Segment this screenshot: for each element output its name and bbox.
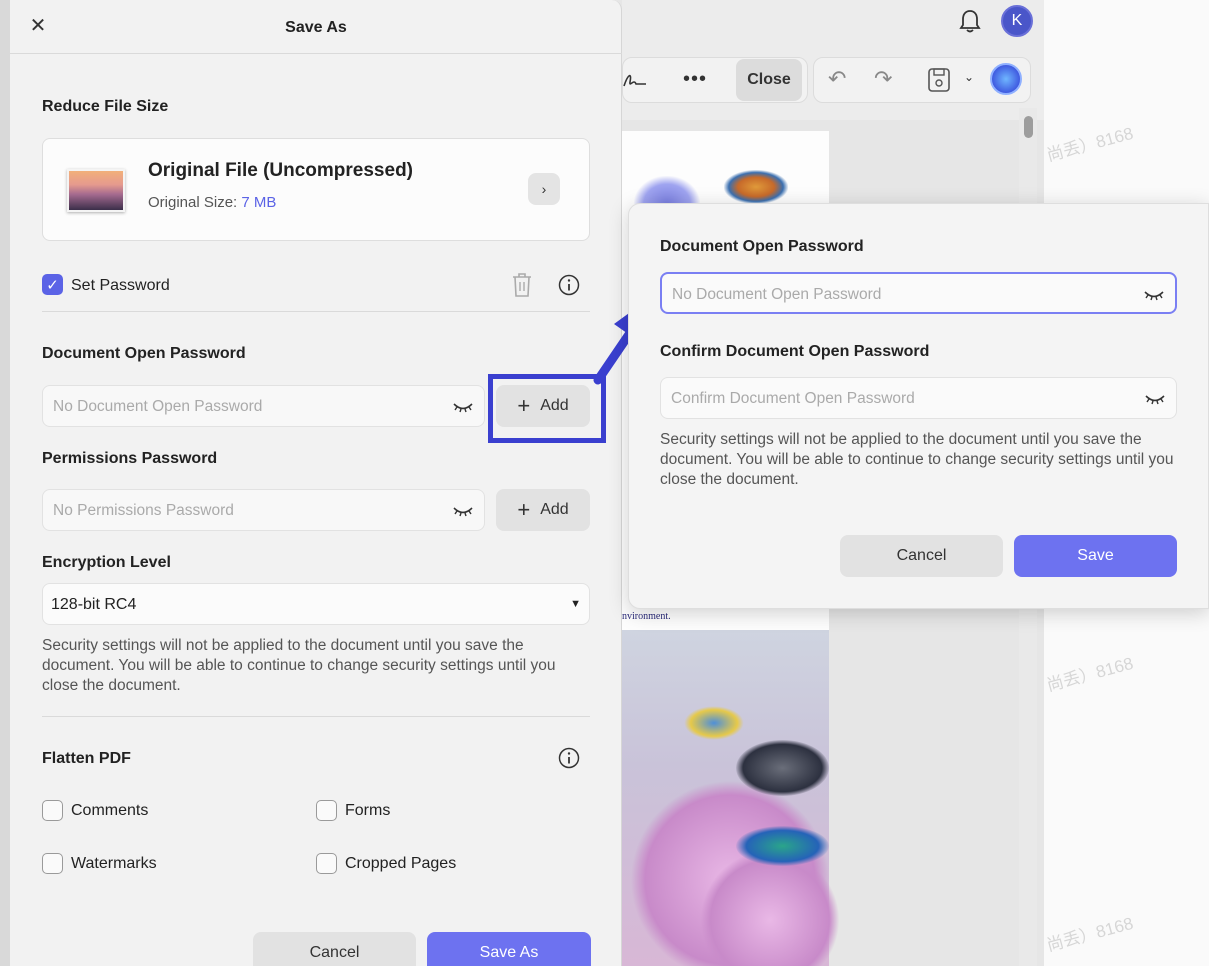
eye-closed-icon[interactable] [1144, 391, 1166, 407]
fish-green [736, 826, 829, 866]
fish-yellow-blue [684, 706, 744, 740]
security-note: Security settings will not be applied to… [42, 637, 556, 694]
popup-cancel-button[interactable]: Cancel [840, 535, 1003, 577]
add-permissions-password-button[interactable]: + Add [496, 489, 590, 531]
flatten-comments-checkbox[interactable] [42, 800, 63, 821]
save-as-title: Save As [285, 19, 347, 36]
add-button-highlight [488, 374, 606, 443]
document-text-snippet: nvironment. [622, 611, 671, 622]
bell-icon[interactable] [955, 6, 985, 36]
popup-confirm-password-label: Confirm Document Open Password [660, 343, 930, 360]
fish-puffer [736, 740, 829, 796]
flatten-pdf-label: Flatten PDF [42, 750, 131, 767]
trash-icon[interactable] [510, 271, 534, 299]
popup-confirm-password-placeholder: Confirm Document Open Password [671, 390, 915, 407]
plus-icon: + [517, 497, 531, 522]
encryption-level-select[interactable]: 128-bit RC4 ▼ [42, 583, 590, 625]
undo-icon[interactable]: ↶ [828, 66, 846, 92]
eye-closed-icon[interactable] [452, 503, 474, 519]
popup-document-open-password-input[interactable]: No Document Open Password [660, 272, 1177, 314]
document-open-password-label: Document Open Password [42, 345, 246, 362]
background-left-edge [0, 0, 10, 966]
flatten-watermarks-label: Watermarks [71, 855, 157, 872]
flatten-cropped-pages-checkbox[interactable] [316, 853, 337, 874]
popup-save-button[interactable]: Save [1014, 535, 1177, 577]
save-as-button[interactable]: Save As [427, 932, 591, 966]
permissions-password-placeholder: No Permissions Password [53, 502, 234, 519]
popup-document-open-password-placeholder: No Document Open Password [672, 286, 882, 303]
ai-assistant-icon[interactable] [990, 63, 1022, 95]
anemone-image [634, 176, 700, 204]
save-as-panel: ✕ Save As Reduce File Size Original File… [10, 0, 622, 966]
chevron-down-icon[interactable]: ⌄ [964, 70, 974, 84]
flatten-watermarks-checkbox[interactable] [42, 853, 63, 874]
file-thumbnail [67, 169, 125, 212]
popup-confirm-password-input[interactable]: Confirm Document Open Password [660, 377, 1177, 419]
scrollbar-thumb[interactable] [1024, 116, 1033, 138]
cancel-button[interactable]: Cancel [253, 932, 416, 966]
info-icon[interactable] [558, 747, 580, 769]
save-as-header: ✕ Save As [10, 0, 622, 54]
set-password-label: Set Password [71, 277, 170, 294]
dropdown-arrow-icon: ▼ [570, 598, 581, 610]
document-open-password-placeholder: No Document Open Password [53, 398, 263, 415]
save-file-icon[interactable] [926, 66, 952, 94]
flatten-forms-checkbox[interactable] [316, 800, 337, 821]
divider [42, 716, 590, 717]
file-option-name: Original File (Uncompressed) [148, 160, 413, 181]
eye-closed-icon[interactable] [452, 399, 474, 415]
more-icon[interactable]: ••• [683, 68, 707, 91]
popup-security-note: Security settings will not be applied to… [660, 431, 1174, 488]
coral-image [724, 170, 788, 204]
avatar[interactable]: K [1001, 5, 1033, 37]
redo-icon[interactable]: ↷ [874, 66, 892, 92]
add-label: Add [540, 501, 569, 518]
signature-icon[interactable] [622, 66, 650, 94]
flatten-cropped-pages-label: Cropped Pages [345, 855, 457, 872]
file-size-text: Original Size: 7 MB [148, 194, 276, 211]
encryption-level-label: Encryption Level [42, 554, 171, 571]
chevron-right-icon[interactable]: › [528, 173, 560, 205]
divider [42, 311, 590, 312]
set-password-checkbox[interactable]: ✓ [42, 274, 63, 295]
file-size-option-card[interactable]: Original File (Uncompressed) Original Si… [42, 138, 590, 241]
encryption-level-value: 128-bit RC4 [51, 596, 137, 613]
file-size-value: 7 MB [241, 194, 277, 211]
document-open-password-input[interactable]: No Document Open Password [42, 385, 485, 427]
reduce-file-size-label: Reduce File Size [42, 98, 169, 115]
permissions-password-label: Permissions Password [42, 450, 218, 467]
popup-document-open-password-label: Document Open Password [660, 238, 864, 255]
document-open-password-popup: Document Open Password No Document Open … [628, 203, 1209, 609]
permissions-password-input[interactable]: No Permissions Password [42, 489, 485, 531]
eye-closed-icon[interactable] [1143, 287, 1165, 303]
flatten-forms-label: Forms [345, 802, 391, 819]
close-document-button[interactable]: Close [736, 59, 802, 101]
info-icon[interactable] [558, 274, 580, 296]
flatten-comments-label: Comments [71, 802, 149, 819]
file-size-label: Original Size: [148, 194, 242, 211]
